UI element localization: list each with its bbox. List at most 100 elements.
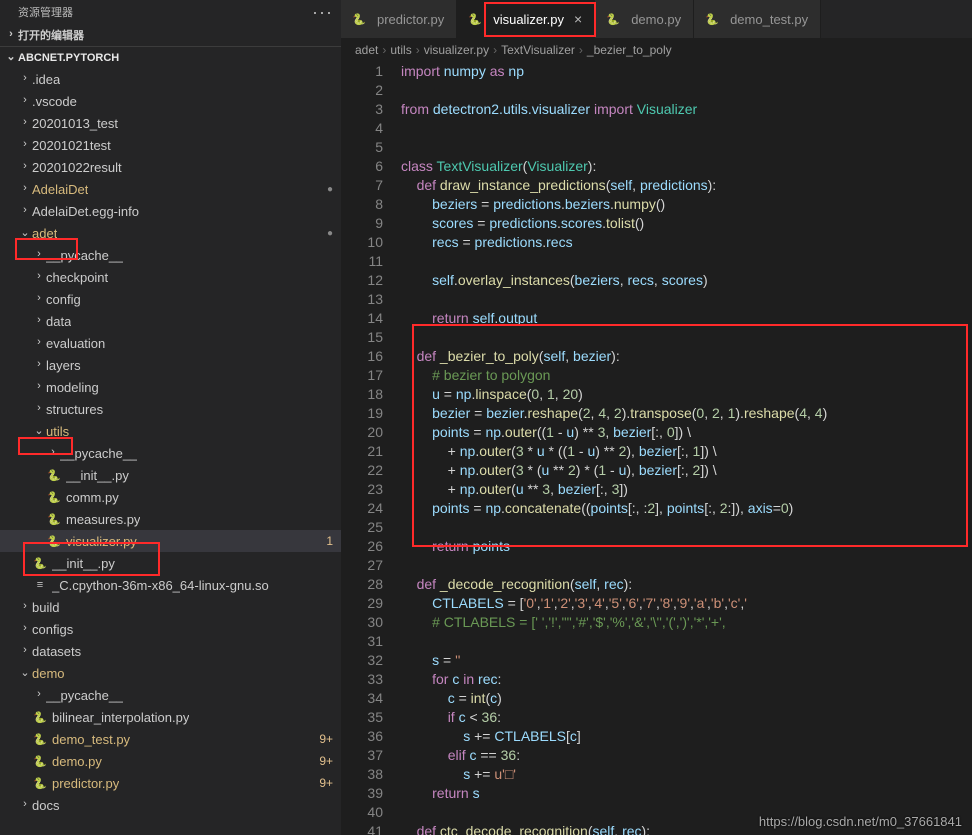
item-label: comm.py [66, 490, 119, 505]
breadcrumb-item[interactable]: TextVisualizer [501, 43, 575, 57]
item-label: modeling [46, 380, 99, 395]
folder-item[interactable]: 20201013_test [0, 112, 341, 134]
item-label: measures.py [66, 512, 140, 527]
tab-label: demo.py [631, 12, 681, 27]
item-label: _C.cpython-36m-x86_64-linux-gnu.so [52, 578, 269, 593]
folder-item[interactable]: evaluation [0, 332, 341, 354]
file-item[interactable]: 🐍 comm.py [0, 486, 341, 508]
folder-item[interactable]: datasets [0, 640, 341, 662]
dirty-dot: ● [327, 184, 333, 195]
file-item[interactable]: 🐍 bilinear_interpolation.py [0, 706, 341, 728]
item-label: build [32, 600, 59, 615]
python-file-icon: 🐍 [46, 467, 62, 483]
python-file-icon: 🐍 [46, 489, 62, 505]
change-badge: 9+ [319, 754, 333, 768]
chevron-right-icon [18, 116, 32, 128]
watermark: https://blog.csdn.net/m0_37661841 [759, 814, 962, 829]
file-icon: ≡ [32, 577, 48, 593]
item-label: data [46, 314, 71, 329]
tab-visualizer-py[interactable]: 🐍visualizer.py× [457, 0, 595, 38]
chevron-right-icon [32, 314, 46, 326]
folder-item[interactable]: data [0, 310, 341, 332]
folder-item[interactable]: structures [0, 398, 341, 420]
open-editors-label: 打开的编辑器 [18, 27, 84, 43]
chevron-down-icon [32, 424, 46, 437]
folder-item[interactable]: build [0, 596, 341, 618]
file-item[interactable]: ≡ _C.cpython-36m-x86_64-linux-gnu.so [0, 574, 341, 596]
code-editor[interactable]: 1234567891011121314151617181920212223242… [341, 62, 972, 835]
python-file-icon: 🐍 [32, 753, 48, 769]
folder-item[interactable]: config [0, 288, 341, 310]
explorer-sidebar: 资源管理器 ··· 打开的编辑器 ABCNET.PYTORCH .idea.vs… [0, 0, 341, 835]
folder-item[interactable]: 20201022result [0, 156, 341, 178]
breadcrumb[interactable]: adet›utils›visualizer.py›TextVisualizer›… [341, 38, 972, 62]
more-icon[interactable]: ··· [312, 2, 333, 23]
folder-item[interactable]: utils [0, 420, 341, 442]
chevron-right-icon [18, 644, 32, 656]
item-label: predictor.py [52, 776, 119, 791]
tab-demo_test-py[interactable]: 🐍demo_test.py [694, 0, 821, 38]
file-item[interactable]: 🐍demo.py9+ [0, 750, 341, 772]
file-item[interactable]: 🐍 __init__.py [0, 552, 341, 574]
file-item[interactable]: 🐍demo_test.py9+ [0, 728, 341, 750]
python-file-icon: 🐍 [467, 11, 483, 27]
python-file-icon: 🐍 [605, 11, 621, 27]
change-badge: 1 [326, 534, 333, 548]
item-label: 20201013_test [32, 116, 118, 131]
item-label: __pycache__ [46, 688, 123, 703]
folder-item[interactable]: docs [0, 794, 341, 816]
item-label: AdelaiDet.egg-info [32, 204, 139, 219]
folder-item[interactable]: layers [0, 354, 341, 376]
folder-item[interactable]: __pycache__ [0, 684, 341, 706]
item-label: __init__.py [66, 468, 129, 483]
chevron-down-icon [4, 50, 18, 63]
folder-item[interactable]: __pycache__ [0, 244, 341, 266]
file-item[interactable]: 🐍 measures.py [0, 508, 341, 530]
breadcrumb-item[interactable]: _bezier_to_poly [587, 43, 672, 57]
folder-item[interactable]: .idea [0, 68, 341, 90]
breadcrumb-item[interactable]: visualizer.py [424, 43, 489, 57]
folder-item[interactable]: demo [0, 662, 341, 684]
chevron-right-icon [32, 358, 46, 370]
item-label: 20201021test [32, 138, 111, 153]
python-file-icon: 🐍 [32, 555, 48, 571]
folder-item[interactable]: modeling [0, 376, 341, 398]
item-label: AdelaiDet [32, 182, 88, 197]
item-label: visualizer.py [66, 534, 137, 549]
close-icon[interactable]: × [574, 11, 582, 27]
file-item[interactable]: 🐍 __init__.py [0, 464, 341, 486]
python-file-icon: 🐍 [46, 533, 62, 549]
python-file-icon: 🐍 [351, 11, 367, 27]
open-editors-header[interactable]: 打开的编辑器 [0, 24, 341, 46]
tab-label: predictor.py [377, 12, 444, 27]
item-label: __init__.py [52, 556, 115, 571]
tab-demo-py[interactable]: 🐍 demo.py [595, 0, 694, 38]
tab-predictor-py[interactable]: 🐍 predictor.py [341, 0, 457, 38]
item-label: 20201022result [32, 160, 122, 175]
file-item[interactable]: 🐍predictor.py9+ [0, 772, 341, 794]
item-label: bilinear_interpolation.py [52, 710, 189, 725]
folder-item[interactable]: adet ● [0, 222, 341, 244]
folder-item[interactable]: checkpoint [0, 266, 341, 288]
folder-item[interactable]: configs [0, 618, 341, 640]
code-content[interactable]: import numpy as np from detectron2.utils… [401, 62, 972, 835]
item-label: adet [32, 226, 57, 241]
folder-item[interactable]: .vscode [0, 90, 341, 112]
breadcrumb-item[interactable]: adet [355, 43, 378, 57]
file-item[interactable]: 🐍 visualizer.py 1 [0, 530, 341, 552]
python-file-icon: 🐍 [32, 709, 48, 725]
folder-item[interactable]: AdelaiDet.egg-info [0, 200, 341, 222]
item-label: docs [32, 798, 59, 813]
python-file-icon: 🐍 [46, 511, 62, 527]
folder-item[interactable]: __pycache__ [0, 442, 341, 464]
chevron-right-icon [32, 292, 46, 304]
folder-item[interactable]: 20201021test [0, 134, 341, 156]
breadcrumb-item[interactable]: utils [390, 43, 411, 57]
project-header[interactable]: ABCNET.PYTORCH [0, 46, 341, 68]
folder-item[interactable]: AdelaiDet ● [0, 178, 341, 200]
dirty-dot: ● [327, 228, 333, 239]
file-tree: .idea.vscode 20201013_test 20201021test 202… [0, 68, 341, 835]
python-file-icon: 🐍 [32, 775, 48, 791]
item-label: demo [32, 666, 65, 681]
panel-title-label: 资源管理器 [18, 4, 73, 20]
